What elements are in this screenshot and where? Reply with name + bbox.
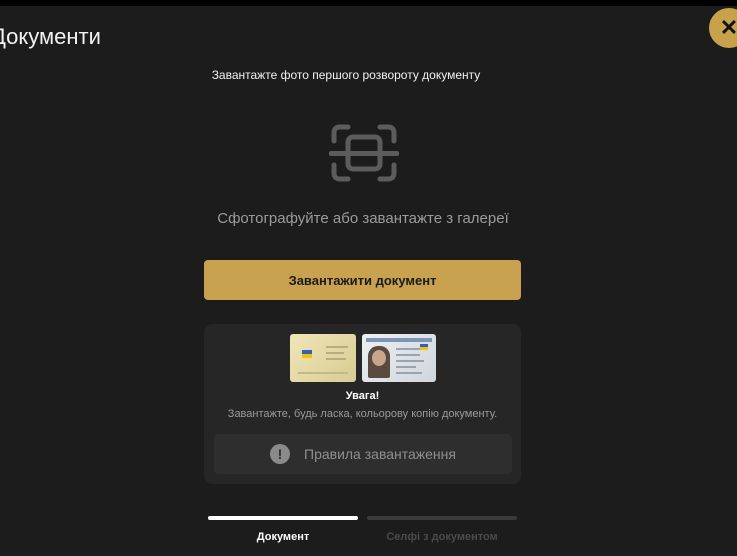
upload-instruction: Завантажте фото першого розвороту докуме… bbox=[211, 68, 481, 82]
close-button[interactable]: ✕ bbox=[707, 6, 737, 50]
notice-title: Увага! bbox=[345, 390, 380, 402]
upload-rules-button[interactable]: ! Правила завантаження bbox=[214, 434, 512, 474]
id-card-front-image bbox=[362, 334, 436, 382]
step-progress-document bbox=[208, 516, 358, 520]
notice-card: Увага! Завантажте, будь ласка, кольорову… bbox=[204, 324, 521, 484]
id-card-back-image bbox=[290, 334, 356, 382]
step-label-selfie: Селфі з документом bbox=[386, 531, 498, 543]
step-label-document: Документ bbox=[256, 531, 310, 543]
document-scan-icon bbox=[329, 124, 399, 182]
step-progress-selfie bbox=[367, 516, 517, 520]
capture-hint: Сфотографуйте або завантажте з галереї bbox=[217, 210, 509, 227]
exclamation-icon: ! bbox=[270, 444, 290, 464]
top-bar bbox=[0, 0, 737, 6]
page-title: Документи bbox=[0, 24, 101, 49]
upload-rules-label: Правила завантаження bbox=[304, 446, 456, 462]
notice-text: Завантажте, будь ласка, кольорову копію … bbox=[227, 408, 498, 420]
upload-document-button[interactable]: Завантажити документ bbox=[204, 260, 521, 300]
close-icon: ✕ bbox=[719, 15, 737, 40]
